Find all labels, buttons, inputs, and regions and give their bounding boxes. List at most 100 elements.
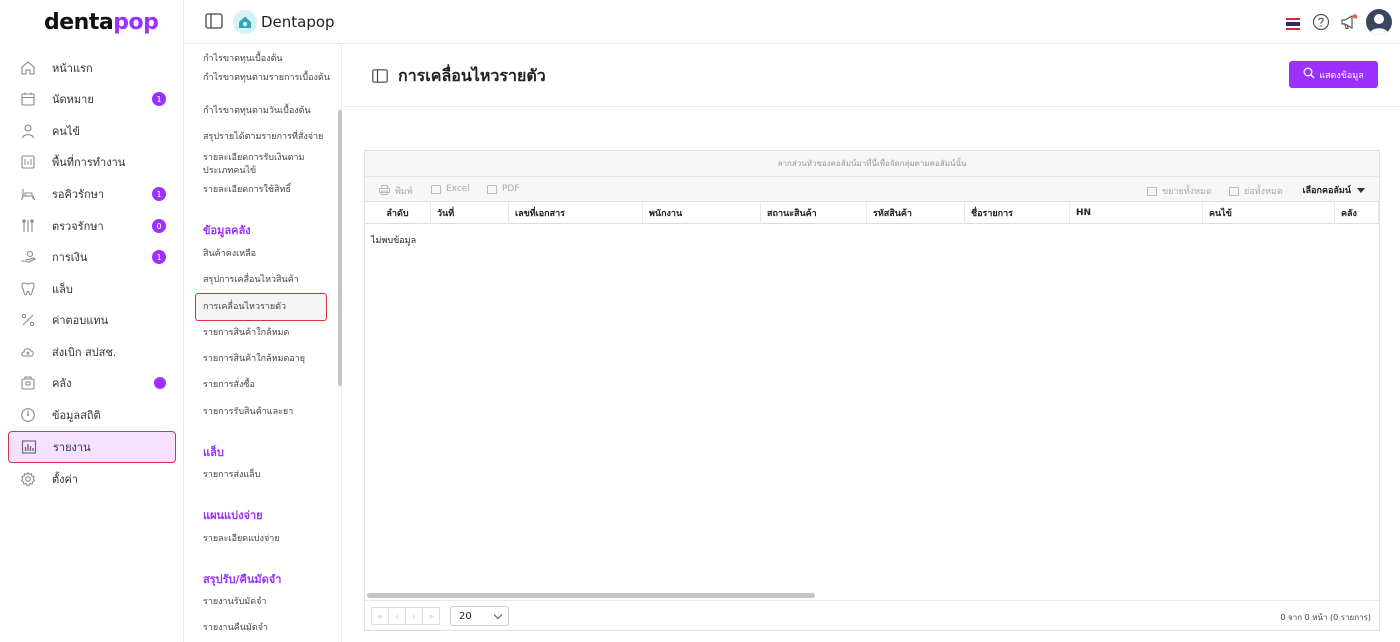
submenu-link[interactable]: สินค้าคงเหลือ	[203, 248, 331, 261]
group-panel[interactable]: ลากส่วนหัวของคอลัมน์มาที่นี่เพื่อจัดกลุ่…	[365, 151, 1379, 177]
column-header-label: สถานะสินค้า	[767, 209, 817, 219]
column-header[interactable]: ลำดับ	[365, 202, 431, 224]
gauge-icon	[18, 405, 38, 425]
grid-toolbar: พิมพ์ Excel PDF ขยายทั้งหมด ย่อทั้งหมด เ…	[365, 177, 1379, 202]
bar-chart-icon	[19, 437, 39, 457]
column-header[interactable]: HN	[1070, 202, 1203, 224]
submenu-section-heading: ข้อมูลคลัง	[203, 224, 251, 237]
expand-all-button[interactable]: ขยายทั้งหมด	[1147, 184, 1212, 198]
sidebar-item-lab[interactable]: แล็บ	[8, 274, 176, 304]
pdf-icon	[487, 184, 497, 194]
sidebar-item-reports[interactable]: รายงาน	[8, 431, 176, 463]
sidebar-item-appointments[interactable]: นัดหมาย 1	[8, 84, 176, 114]
print-button[interactable]: พิมพ์	[379, 184, 413, 198]
dentapop-logo[interactable]: dentapop	[44, 10, 159, 35]
page-info: 0 จาก 0 หน้า (0 รายการ)	[1280, 613, 1371, 622]
sidebar-item-settings[interactable]: ตั้งค่า	[8, 464, 176, 494]
submenu-scrollbar[interactable]	[338, 110, 342, 386]
panel-toggle-icon[interactable]	[372, 68, 388, 83]
help-icon[interactable]	[1312, 13, 1330, 31]
column-header[interactable]: พนักงาน	[643, 202, 761, 224]
submenu-link[interactable]: รายการสินค้าใกล้หมดอายุ	[203, 353, 331, 366]
group-panel-hint: ลากส่วนหัวของคอลัมน์มาที่นี่เพื่อจัดกลุ่…	[777, 159, 967, 168]
pager: « ‹ › » 20 0 จาก 0 หน้า (0 รายการ)	[365, 600, 1379, 631]
sidebar-toggle-icon[interactable]	[205, 13, 223, 29]
sidebar-item-examination[interactable]: ตรวจรักษา 0	[8, 211, 176, 241]
brand-name: Dentapop	[261, 13, 335, 31]
submenu-link-active[interactable]: การเคลื่อนไหวรายตัว	[195, 293, 327, 321]
logo-text-suffix: pop	[113, 10, 159, 35]
column-header-label: คลัง	[1341, 209, 1357, 219]
collapse-icon	[1229, 186, 1239, 196]
divider	[343, 106, 1400, 107]
column-header[interactable]: รหัสสินค้า	[867, 202, 965, 224]
column-header[interactable]: คลัง	[1335, 202, 1379, 224]
submenu-link[interactable]: กำไรขาดทุนตามวันเบื้องต้น	[203, 105, 331, 118]
excel-button[interactable]: Excel	[431, 184, 470, 194]
thai-flag-icon[interactable]	[1286, 15, 1300, 30]
sidebar-item-workspace[interactable]: พื้นที่การทำงาน	[8, 147, 176, 177]
count-badge: 1	[152, 187, 166, 201]
clinic-home-icon	[233, 10, 257, 34]
submenu-link[interactable]: รายการรับสินค้าและยา	[203, 406, 331, 419]
choose-columns-dropdown[interactable]: เลือกคอลัมน์	[1303, 183, 1365, 197]
submenu-link[interactable]: สรุปรายได้ตามรายการที่สั่งจ่าย	[203, 131, 331, 144]
submenu-link[interactable]: รายงานรับมัดจำ	[203, 596, 331, 609]
sidebar-item-label: พื้นที่การทำงาน	[52, 156, 126, 169]
user-icon	[18, 121, 38, 141]
tooth-icon	[18, 279, 38, 299]
sidebar-item-finance[interactable]: การเงิน 1	[8, 242, 176, 272]
avatar[interactable]	[1366, 9, 1392, 35]
percent-icon	[18, 310, 38, 330]
horizontal-scrollbar[interactable]	[367, 593, 815, 598]
first-page-icon[interactable]: «	[371, 607, 389, 625]
sidebar-item-label: ตั้งค่า	[52, 473, 79, 486]
page-size-select[interactable]: 20	[450, 606, 509, 626]
submenu-link[interactable]: กำไรขาดทุนเบื้องต้น	[203, 53, 331, 66]
submenu-link[interactable]: รายละเอียดการใช้สิทธิ์	[203, 184, 331, 197]
sidebar-item-label: ค่าตอบแทน	[52, 314, 109, 327]
sidebar-item-patients[interactable]: คนไข้	[8, 116, 176, 146]
dental-chair-icon	[18, 184, 38, 204]
show-data-button[interactable]: แสดงข้อมูล	[1289, 61, 1378, 88]
reports-submenu: กำไรขาดทุนเบื้องต้น กำไรขาดทุนตามรายการเ…	[185, 45, 342, 642]
column-header[interactable]: เลขที่เอกสาร	[509, 202, 643, 224]
submenu-link[interactable]: รายการสินค้าใกล้หมด	[203, 327, 331, 340]
submenu-link[interactable]: สรุปการเคลื่อนไหวสินค้า	[203, 274, 331, 287]
submenu-section-heading: สรุปรับ/คืนมัดจำ	[203, 573, 282, 586]
column-header-label: ชื่อรายการ	[971, 209, 1014, 219]
sidebar-item-nhso-claim[interactable]: ส่งเบิก สปสช.	[8, 337, 176, 367]
next-page-icon[interactable]: ›	[405, 607, 423, 625]
sidebar-item-compensation[interactable]: ค่าตอบแทน	[8, 305, 176, 335]
column-header[interactable]: สถานะสินค้า	[761, 202, 867, 224]
megaphone-icon[interactable]	[1340, 13, 1358, 31]
sidebar-item-label: หน้าแรก	[52, 62, 93, 75]
column-header-label: รหัสสินค้า	[873, 209, 912, 219]
submenu-link[interactable]: รายการส่งแล็บ	[203, 469, 331, 482]
last-page-icon[interactable]: »	[422, 607, 440, 625]
pdf-button[interactable]: PDF	[487, 184, 520, 194]
sidebar-item-treatment-queue[interactable]: รอคิวรักษา 1	[8, 179, 176, 209]
column-header[interactable]: คนไข้	[1203, 202, 1335, 224]
sidebar-item-statistics[interactable]: ข้อมูลสถิติ	[8, 400, 176, 430]
sidebar-item-home[interactable]: หน้าแรก	[8, 53, 176, 83]
sidebar-item-inventory[interactable]: คลัง	[8, 368, 176, 398]
submenu-link[interactable]: รายงานคืนมัดจำ	[203, 622, 331, 635]
count-badge: 0	[152, 219, 166, 233]
prev-page-icon[interactable]: ‹	[388, 607, 406, 625]
submenu-link[interactable]: กำไรขาดทุนตามรายการเบื้องต้น	[203, 72, 331, 85]
show-data-button-label: แสดงข้อมูล	[1319, 70, 1364, 81]
submenu-link[interactable]: รายละเอียดการรับเงินตามประเภทคนไข้	[203, 152, 331, 178]
submenu-link[interactable]: รายการสั่งซื้อ	[203, 379, 331, 392]
column-header[interactable]: ชื่อรายการ	[965, 202, 1070, 224]
sidebar-item-label: นัดหมาย	[52, 93, 94, 106]
pager-nav: « ‹ › »	[371, 607, 440, 625]
collapse-all-button[interactable]: ย่อทั้งหมด	[1229, 184, 1283, 198]
column-header[interactable]: วันที่	[431, 202, 509, 224]
no-data-message: ไม่พบข้อมูล	[371, 236, 417, 246]
sidebar-item-label: คลัง	[52, 377, 72, 390]
expand-icon	[1147, 186, 1157, 196]
column-header-label: พนักงาน	[649, 209, 683, 219]
excel-icon	[431, 184, 441, 194]
submenu-link[interactable]: รายละเอียดแบ่งจ่าย	[203, 533, 331, 546]
